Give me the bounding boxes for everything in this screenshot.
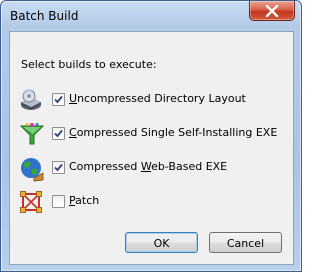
build-row-single-exe: Compressed Single Self-Installing EXE — [19, 122, 289, 148]
single-exe-checkbox[interactable] — [52, 127, 65, 140]
prompt-label: Select builds to execute: — [21, 58, 157, 71]
batch-build-window: Batch Build Select builds to execute: Un… — [0, 0, 302, 272]
uncompressed-checkbox[interactable] — [52, 93, 65, 106]
patch-label[interactable]: Patch — [69, 194, 99, 207]
ok-button[interactable]: OK — [125, 232, 198, 253]
cancel-button[interactable]: Cancel — [209, 232, 282, 253]
close-icon — [265, 5, 279, 17]
funnel-icon — [19, 122, 45, 148]
build-row-patch: Patch — [19, 190, 289, 216]
dialog-body: Select builds to execute: Uncompressed D… — [9, 31, 294, 265]
patch-checkbox[interactable] — [52, 195, 65, 208]
build-row-web-based: Compressed Web-Based EXE — [19, 156, 289, 182]
web-based-checkbox[interactable] — [52, 161, 65, 174]
patch-icon — [19, 190, 45, 216]
window-title: Batch Build — [10, 9, 79, 23]
web-based-label[interactable]: Compressed Web-Based EXE — [69, 160, 227, 173]
close-button[interactable] — [249, 1, 295, 21]
globe-icon — [19, 156, 45, 182]
checkmark-icon — [54, 95, 63, 104]
build-row-uncompressed: Uncompressed Directory Layout — [19, 88, 289, 114]
single-exe-label[interactable]: Compressed Single Self-Installing EXE — [69, 126, 277, 139]
checkmark-icon — [54, 129, 63, 138]
checkmark-icon — [54, 163, 63, 172]
drive-icon — [19, 88, 45, 114]
title-bar[interactable]: Batch Build — [1, 1, 301, 31]
uncompressed-label[interactable]: Uncompressed Directory Layout — [69, 92, 246, 105]
